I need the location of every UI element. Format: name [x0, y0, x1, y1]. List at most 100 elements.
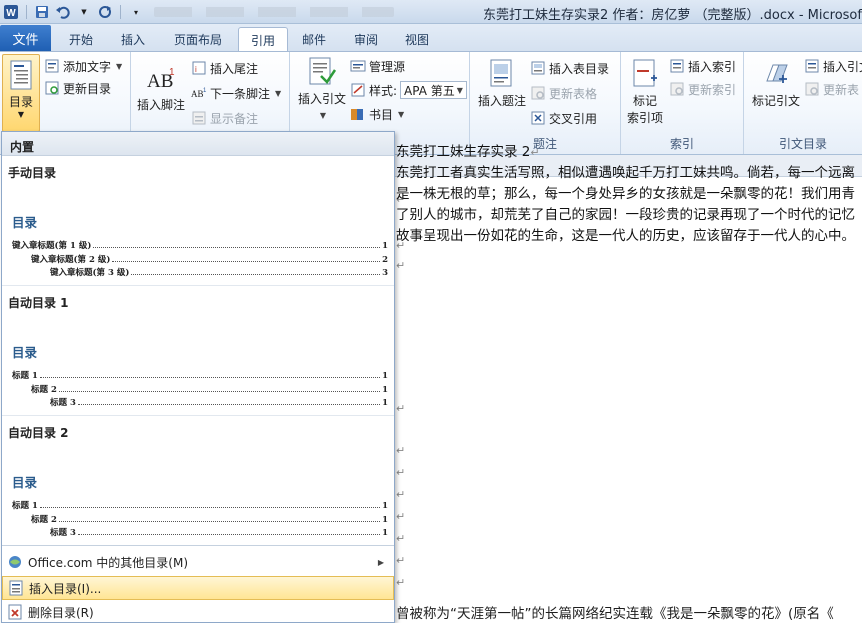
undo-icon[interactable]	[54, 3, 72, 21]
tab-view[interactable]: 视图	[396, 27, 438, 51]
update-toa-label: 更新表	[823, 82, 860, 97]
doc-line: 了别人的城市，却荒芜了自己的家园！一段珍贵的记录再现了一个时代的记忆	[396, 207, 855, 223]
tab-file[interactable]: 文件	[0, 25, 51, 51]
update-index-label: 更新索引	[688, 82, 737, 97]
footnote-icon: AB 1	[145, 62, 177, 94]
gallery-item-auto-toc-1[interactable]: 自动目录 1 目录 标题 1 1 标题 2 1 标题 3 1	[2, 286, 394, 416]
insert-toc-icon	[3, 580, 29, 596]
chevron-down-icon: ▼	[116, 61, 123, 71]
tab-review[interactable]: 审阅	[345, 27, 387, 51]
update-toc-icon	[44, 80, 60, 96]
toc-line-page: 1	[382, 384, 388, 395]
toc-line-text: 标题 3	[50, 528, 76, 538]
toc-preview-line: 键入章标题(第 3 级) 3	[12, 266, 388, 279]
insert-index-button[interactable]: 插入索引	[669, 56, 736, 76]
customize-qat-icon[interactable]: ▾	[127, 3, 145, 21]
toc-preview: 目录 键入章标题(第 1 级) 1 键入章标题(第 2 级) 2 键入章标题(第 3 级…	[12, 212, 388, 279]
quick-access-toolbar: W ▼ ▾	[2, 2, 394, 22]
submenu-arrow-icon: ▶	[377, 557, 384, 567]
toc-line-text: 键入章标题(第 1 级)	[12, 241, 92, 251]
toc-dropdown-menu: 内置 手动目录 目录 键入章标题(第 1 级) 1 键入章标题(第 2 级) 2 键入章…	[1, 131, 395, 623]
update-table-button[interactable]: 更新表格	[530, 83, 597, 103]
style-combo[interactable]: APA 第五 ▼	[400, 81, 467, 99]
tab-references[interactable]: 引用	[238, 27, 288, 52]
cross-reference-button[interactable]: 交叉引用	[530, 108, 597, 128]
insert-endnote-button[interactable]: i 插入尾注	[191, 58, 258, 78]
toc-leader-dots	[39, 507, 381, 508]
svg-text:1: 1	[203, 88, 207, 94]
cross-reference-icon	[530, 110, 546, 126]
table-of-authorities-group: 标记引文 插入引文 更新表 引文目录	[744, 52, 862, 154]
toc-line-page: 1	[382, 398, 388, 408]
qat-separator	[26, 5, 27, 19]
next-footnote-button[interactable]: AB 1 下一条脚注 ▼	[191, 83, 281, 103]
insert-citation-label: 插入引文	[297, 92, 346, 106]
toc-line-text: 标题 1	[12, 371, 38, 381]
captions-group: 插入题注 插入表目录 更新表格 交叉引用 题注	[470, 52, 621, 154]
update-toc-button[interactable]: 更新目录	[44, 78, 111, 98]
toc-preview-line: 标题 1 1	[12, 369, 388, 383]
tab-page-layout[interactable]: 页面布局	[164, 27, 232, 51]
insert-table-of-figures-button[interactable]: 插入表目录	[530, 58, 609, 78]
tab-home[interactable]: 开始	[58, 27, 104, 51]
mark-citation-button[interactable]: 标记引文	[746, 58, 806, 109]
paragraph-mark: ↵	[396, 259, 406, 272]
toc-dropdown-arrow: ▼	[17, 110, 25, 119]
office-com-icon	[2, 554, 28, 570]
bibliography-button[interactable]: 书目 ▼	[350, 104, 404, 124]
undo-dropdown-icon[interactable]: ▼	[75, 3, 93, 21]
style-combo-value: APA 第五	[404, 83, 455, 98]
update-toa-button[interactable]: 更新表	[804, 79, 859, 99]
chevron-down-icon: ▼	[275, 88, 282, 98]
title-bar: W ▼ ▾ 东莞打工妹生存实录2 作者：房亿萝 （完整版）.docx - Mic…	[0, 0, 862, 24]
toc-line-page: 3	[382, 268, 388, 278]
window-title: 东莞打工妹生存实录2 作者：房亿萝 （完整版）.docx - Microsoft…	[483, 8, 862, 23]
toc-button[interactable]: 目录 ▼	[2, 54, 40, 132]
toc-line-text: 标题 2	[31, 514, 57, 525]
toc-line-text: 标题 3	[50, 398, 76, 408]
insert-caption-button[interactable]: 插入题注	[474, 58, 530, 109]
save-icon[interactable]	[33, 3, 51, 21]
more-toc-office-com[interactable]: Office.com 中的其他目录(M) ▶	[2, 550, 394, 574]
show-notes-button[interactable]: 显示备注	[191, 108, 258, 128]
update-toc-label: 更新目录	[63, 81, 112, 96]
word-app-icon[interactable]: W	[2, 3, 20, 21]
document-body[interactable]: 东莞打工妹生存实录 2↵ 东莞打工者真实生活写照，相似遭遇唤起千万打工妹共鸣。倘…	[396, 142, 862, 247]
paragraph-mark: ↵	[396, 402, 406, 415]
style-selector[interactable]: 样式: APA 第五 ▼	[350, 80, 467, 100]
manage-sources-button[interactable]: 管理源	[350, 56, 405, 76]
gallery-item-auto-toc-2[interactable]: 自动目录 2 目录 标题 1 1 标题 2 1 标题 3 1	[2, 416, 394, 546]
doc-line: 是一株无根的草；那么，每一个身处异乡的女孩就是一朵飘零的花！我们用青	[396, 186, 855, 202]
show-notes-label: 显示备注	[210, 111, 259, 126]
gallery-item-manual-toc[interactable]: 手动目录 目录 键入章标题(第 1 级) 1 键入章标题(第 2 级) 2 键入章标题(…	[2, 156, 394, 286]
insert-toa-button[interactable]: 插入引文	[804, 56, 862, 76]
svg-text:AB: AB	[191, 89, 204, 99]
tab-insert[interactable]: 插入	[110, 27, 156, 51]
insert-toc-command[interactable]: 插入目录(I)...	[2, 576, 394, 600]
insert-footnote-label: 插入脚注	[136, 98, 185, 112]
ribbon-tabs: 文件 开始 插入 页面布局 引用 邮件 审阅 视图	[0, 24, 862, 52]
add-text-label: 添加文字	[63, 59, 112, 74]
toc-preview: 目录 标题 1 1 标题 2 1 标题 3 1	[12, 342, 388, 410]
remove-toc-command[interactable]: 删除目录(R)	[2, 600, 394, 623]
toc-preview-line: 标题 1 1	[12, 499, 388, 513]
update-toa-icon	[804, 81, 820, 97]
style-icon	[350, 82, 366, 98]
doc-line: 东莞打工妹生存实录 2↵	[396, 144, 540, 160]
paragraph-mark: ↵	[396, 576, 406, 589]
gallery-item-title: 自动目录 2	[8, 426, 69, 440]
bibliography-icon	[350, 106, 366, 122]
add-text-button[interactable]: 添加文字 ▼	[44, 56, 122, 76]
manage-sources-label: 管理源	[369, 59, 406, 74]
tab-mailings[interactable]: 邮件	[293, 27, 335, 51]
paragraph-mark: ↵	[396, 444, 406, 457]
insert-index-label: 插入索引	[688, 59, 737, 74]
update-index-button[interactable]: 更新索引	[669, 79, 736, 99]
chevron-down-icon: ▼	[456, 85, 463, 95]
insert-citation-button[interactable]: 插入引文 ▼	[294, 56, 350, 120]
insert-endnote-label: 插入尾注	[210, 61, 259, 76]
svg-text:1: 1	[169, 67, 175, 78]
redo-icon[interactable]	[96, 3, 114, 21]
insert-footnote-button[interactable]: AB 1 插入脚注	[135, 62, 187, 113]
mark-entry-button[interactable]: 标记 索引项	[623, 58, 667, 126]
